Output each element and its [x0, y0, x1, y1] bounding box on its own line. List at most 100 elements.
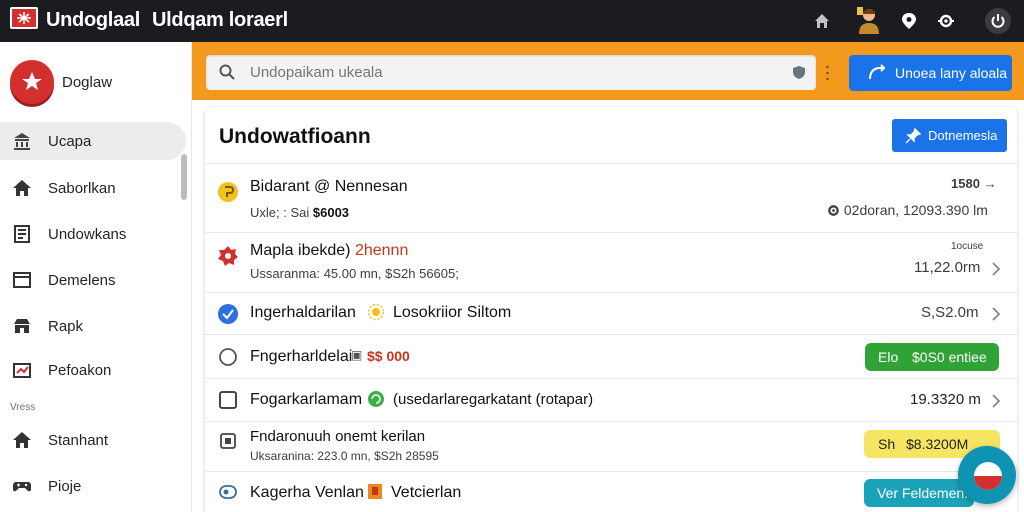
- sidebar-item-undowkans[interactable]: Undowkans: [0, 215, 186, 253]
- sidebar-item-pioje[interactable]: Pioje: [0, 467, 186, 505]
- chevron-right-icon[interactable]: [991, 262, 1001, 276]
- bank-icon: [12, 131, 32, 151]
- row-status: 1ocuse: [951, 241, 984, 252]
- lock-icon: ▣: [351, 348, 363, 362]
- sidebar-item-pefoakon[interactable]: Pefoakon: [0, 351, 186, 389]
- status-badge[interactable]: Elo $0S0 entiee: [865, 343, 999, 371]
- pin-icon: [905, 128, 921, 144]
- document-icon: [12, 224, 32, 244]
- row-subtitle: Uxle; : Sai $6003: [250, 205, 350, 220]
- sidebar-title: Doglaw: [62, 74, 113, 91]
- brand-name: Undoglaal: [46, 9, 140, 31]
- row-link[interactable]: Kagerha Venlan: [250, 484, 364, 502]
- card-action-button[interactable]: Dotnemesla: [892, 119, 1007, 152]
- sidebar-item-label: Undowkans: [48, 226, 127, 243]
- top-bar: Undoglaal Uldqam loraerl: [0, 0, 1024, 42]
- primary-action-label: Unoea lany aloala: [895, 65, 1008, 81]
- sidebar-item-label: Ucapa: [48, 133, 92, 150]
- primary-action-button[interactable]: Unoea lany aloala: [849, 55, 1012, 91]
- sidebar-item-label: Demelens: [48, 272, 116, 289]
- main-card: Undowatfioann Dotnemesla Bidarant @ Nenn…: [205, 107, 1017, 512]
- analytics-icon: [12, 360, 32, 380]
- card-action-label: Dotnemesla: [928, 128, 998, 143]
- link-icon: [869, 64, 886, 80]
- sidebar-item-label: Rapk: [48, 318, 84, 335]
- pen-box-icon: [217, 430, 239, 452]
- sidebar: Doglaw Ucapa Saborlkan Undowkans Demelen…: [0, 42, 192, 512]
- sidebar-item-demelens[interactable]: Demelens: [0, 261, 186, 299]
- row-value-top: 1580 →: [951, 176, 997, 191]
- row-subtitle: Uksaranina: 223.0 mn, $S2h 28595: [250, 449, 439, 463]
- sidebar-item-label: Saborlkan: [48, 180, 116, 197]
- sidebar-item-label: Stanhant: [48, 432, 109, 449]
- emblem-icon: [974, 462, 1002, 490]
- sun-icon: [367, 303, 385, 321]
- sidebar-item-saborlkan[interactable]: Saborlkan: [0, 169, 186, 207]
- avatar-icon[interactable]: [856, 5, 882, 35]
- checkbox-icon[interactable]: [217, 389, 239, 411]
- gear-icon: [828, 205, 839, 216]
- row-title: Mapla ibekde) 2hennn: [250, 242, 409, 259]
- search-icon: [218, 63, 236, 81]
- status-badge[interactable]: Ver Feldemen.: [864, 479, 974, 507]
- sidebar-section-label: Vress: [10, 402, 36, 413]
- list-item[interactable]: Fogarkarlamam (usedarlaregarkatant (rota…: [205, 378, 1017, 421]
- row-subtitle: Ussaranma: 45.00 mn, $S2h 56605;: [250, 266, 459, 281]
- window-icon: [12, 270, 32, 290]
- book-icon: [367, 483, 383, 500]
- list-item[interactable]: Ingerhaldarilan Losokriior Siltom S,S2.0…: [205, 292, 1017, 334]
- settings-icon[interactable]: [933, 8, 959, 34]
- search-box[interactable]: [206, 55, 816, 90]
- sidebar-item-rapk[interactable]: Rapk: [0, 307, 186, 345]
- row-link-secondary[interactable]: (usedarlaregarkatant (rotapar): [393, 391, 593, 408]
- sidebar-item-label: Pefoakon: [48, 362, 112, 379]
- sidebar-logo[interactable]: [10, 60, 54, 104]
- row-link[interactable]: Fogarkarlamam: [250, 391, 362, 409]
- row-link-secondary[interactable]: Losokriior Siltom: [393, 304, 511, 322]
- shield-icon[interactable]: [792, 65, 806, 80]
- sidebar-item-stanhant[interactable]: Stanhant: [0, 421, 186, 459]
- store-icon: [12, 316, 32, 336]
- brand-logo[interactable]: [10, 7, 38, 29]
- list-item[interactable]: Bidarant @ Nennesan Uxle; : Sai $6003 15…: [205, 163, 1017, 232]
- separator-dots-icon: [826, 64, 829, 82]
- row-link-secondary[interactable]: Vetcierlan: [391, 484, 461, 502]
- row-value: 19.3320 m: [910, 391, 981, 408]
- toggle-icon[interactable]: [217, 481, 239, 503]
- page-title: Undowatfioann: [219, 125, 371, 148]
- list-item[interactable]: Fngerharldelai ▣ $$ 000 Elo $0S0 entiee: [205, 334, 1017, 378]
- gamepad-icon: [12, 476, 32, 496]
- list-item[interactable]: Fndaronuuh onemt kerilan Uksaranina: 223…: [205, 421, 1017, 471]
- sidebar-scrollbar[interactable]: [181, 154, 187, 200]
- home-icon[interactable]: [809, 8, 835, 34]
- sidebar-item-label: Pioje: [48, 478, 82, 495]
- row-title: Fndaronuuh onemt kerilan: [250, 428, 426, 445]
- row-amount: $$ 000: [367, 348, 410, 364]
- radio-icon[interactable]: [217, 346, 239, 368]
- chevron-right-icon[interactable]: [991, 307, 1001, 321]
- list-item[interactable]: Mapla ibekde) 2hennn Ussaranma: 45.00 mn…: [205, 232, 1017, 292]
- row-title: Bidarant @ Nennesan: [250, 178, 408, 195]
- home-icon: [12, 178, 32, 198]
- search-input[interactable]: [250, 64, 750, 81]
- floating-action-button[interactable]: [958, 446, 1016, 504]
- home-icon: [12, 430, 32, 450]
- power-icon[interactable]: [985, 8, 1011, 34]
- chevron-right-icon[interactable]: [991, 394, 1001, 408]
- sidebar-item-ucapa[interactable]: Ucapa: [0, 122, 186, 160]
- emblem-icon: [22, 72, 42, 90]
- brand-subtitle: Uldqam loraerl: [152, 9, 288, 31]
- row-value: S,S2.0m: [921, 304, 979, 321]
- row-link[interactable]: Ingerhaldarilan: [250, 304, 356, 322]
- row-value: 02doran, 12093.390 lm: [827, 202, 988, 218]
- arrow-right-icon: →: [983, 176, 997, 191]
- badge-icon: [217, 245, 239, 267]
- check-circle-icon: [217, 303, 239, 325]
- row-link[interactable]: Fngerharldelai: [250, 348, 352, 366]
- coin-icon: [217, 181, 239, 203]
- flag-icon: [17, 12, 31, 24]
- recycle-icon: [367, 390, 385, 408]
- row-value: 11,22.0rm: [914, 259, 981, 276]
- list-item[interactable]: Kagerha Venlan Vetcierlan Ver Feldemen.: [205, 471, 1017, 512]
- location-pin-icon[interactable]: [896, 8, 922, 34]
